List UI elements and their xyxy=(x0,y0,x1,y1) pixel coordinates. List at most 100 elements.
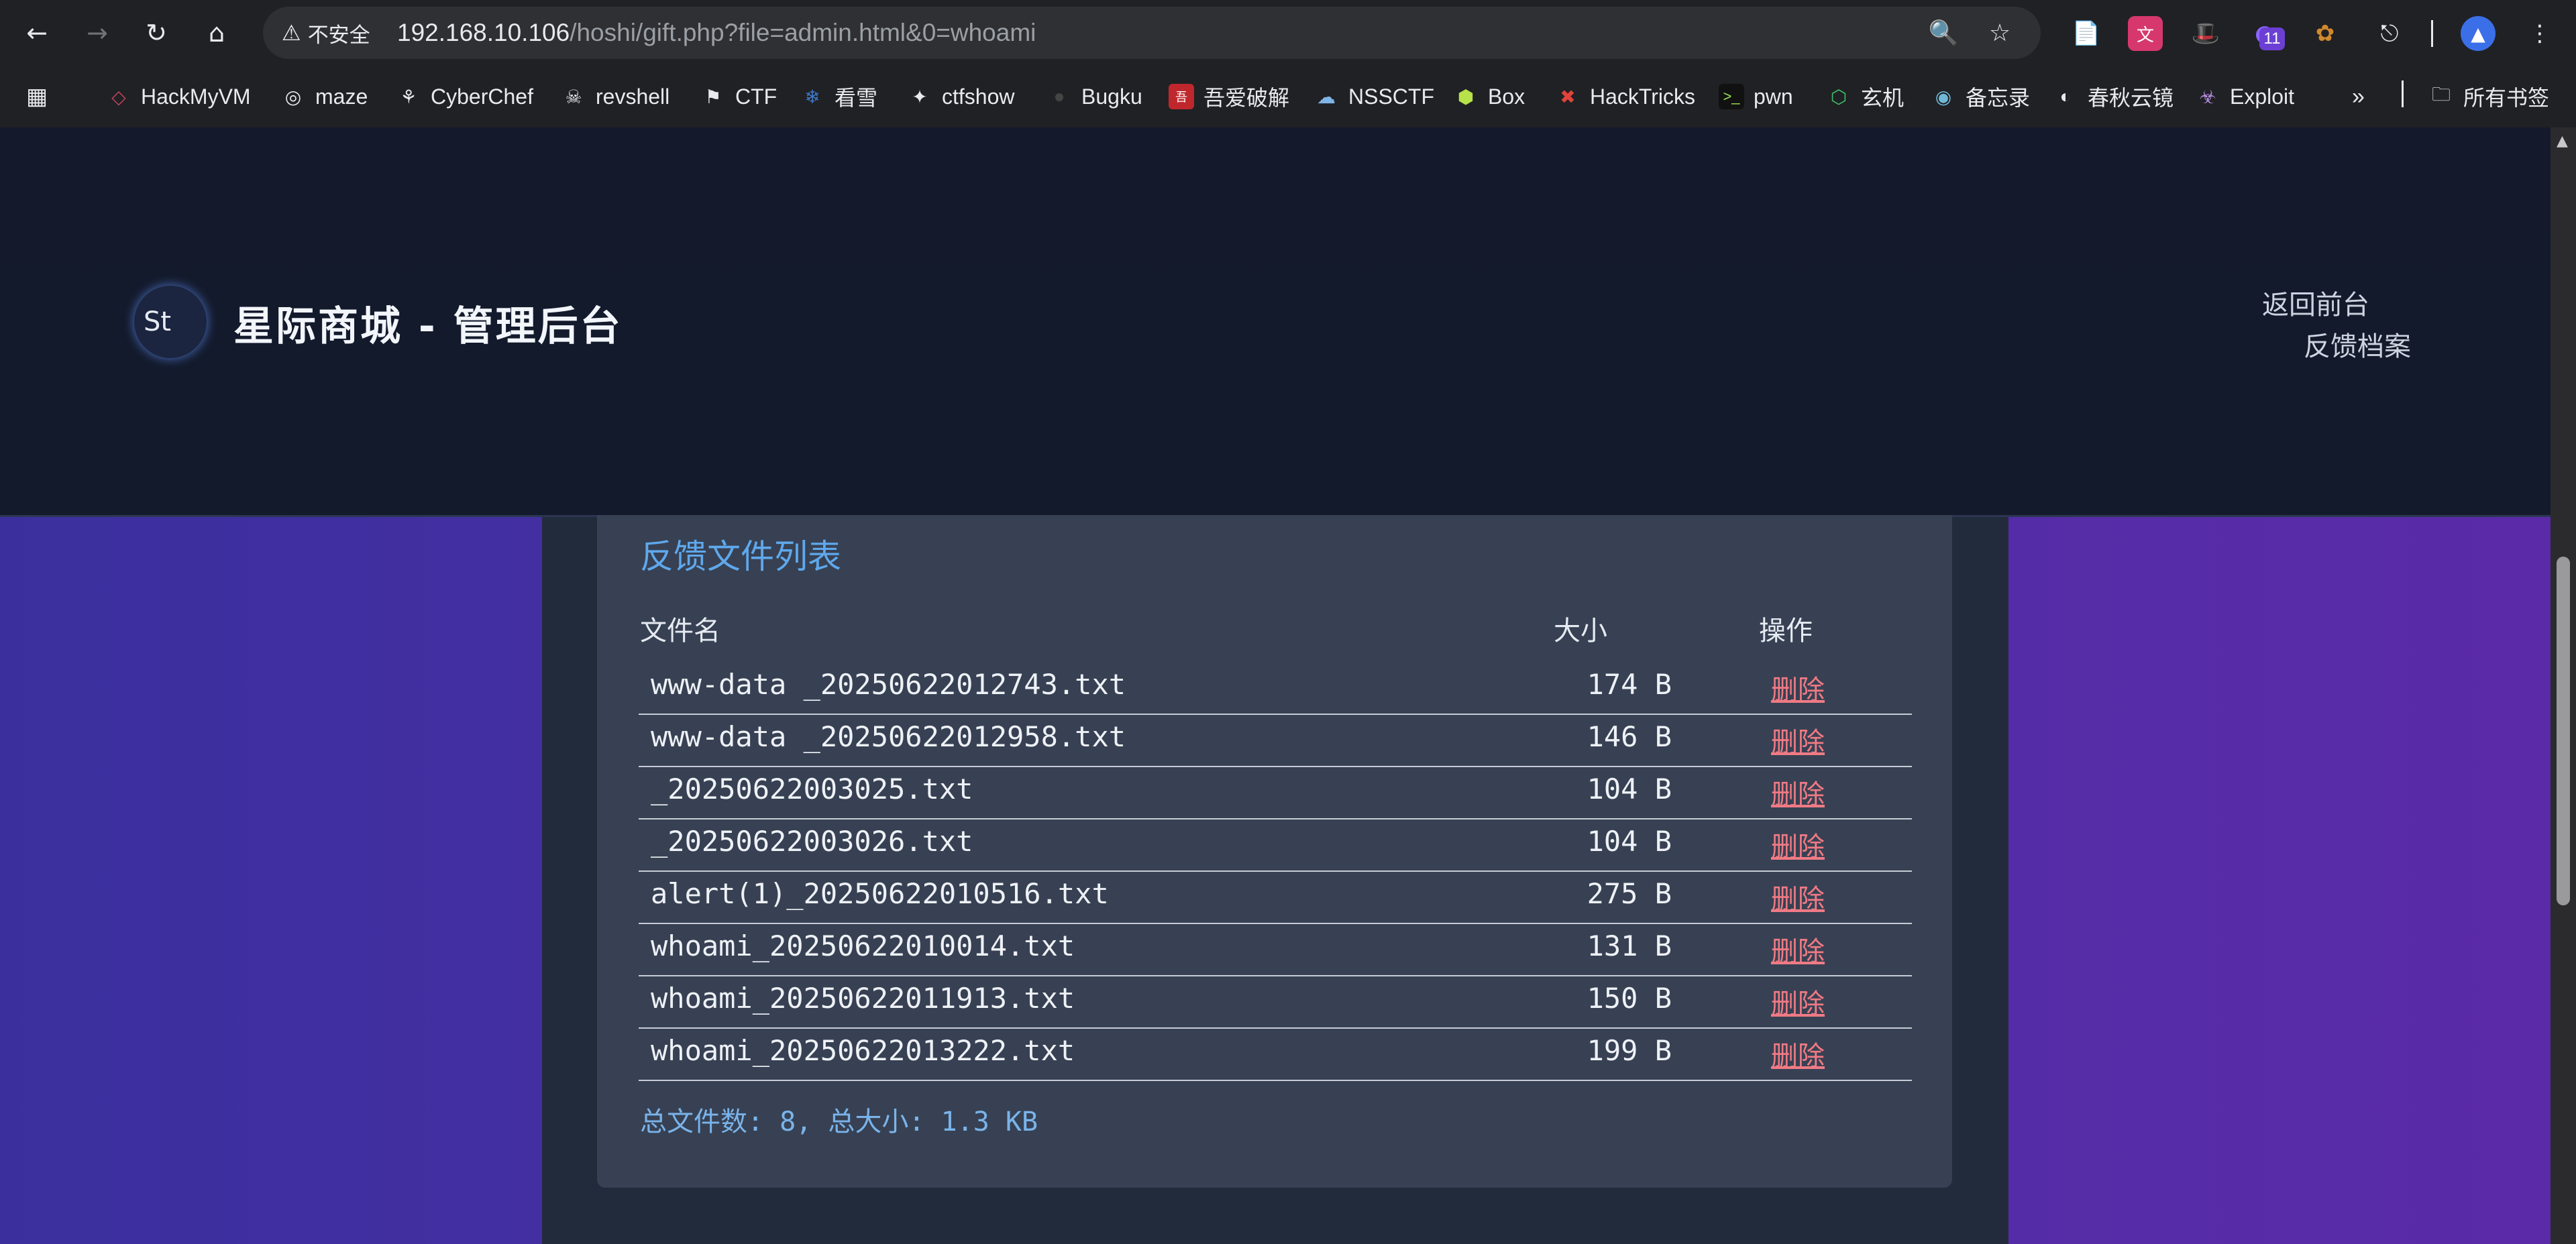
bookmark-label: 吾爱破解 xyxy=(1203,86,1290,110)
star-icon[interactable]: ☆ xyxy=(1983,16,2017,50)
file-name: whoami_20250622010014.txt xyxy=(651,929,1075,962)
reload-button[interactable]: ↻ xyxy=(140,16,173,50)
file-size: 104 B xyxy=(1587,825,1672,858)
bookmark-label: CyberChef xyxy=(431,84,533,109)
translate-icon[interactable]: 文 xyxy=(2128,16,2163,51)
nav-link-front[interactable]: 返回前台 xyxy=(2262,283,2369,322)
memo-icon: ◉ xyxy=(1935,86,1952,107)
apps-icon[interactable]: ▦ xyxy=(24,79,50,114)
zoom-icon[interactable]: 🔍 xyxy=(1927,16,1960,50)
file-name: www-data _20250622012743.txt xyxy=(651,668,1126,701)
table-row: _20250622003025.txt 104 B 删除 xyxy=(639,767,1912,819)
seal-icon: 吾 xyxy=(1169,84,1194,109)
menu-icon[interactable]: ⋮ xyxy=(2522,16,2557,51)
bookmark-label: 春秋云镜 xyxy=(2088,86,2174,110)
tricks-icon: ✖ xyxy=(1560,86,1576,107)
snow-icon: ❄ xyxy=(804,86,820,107)
diamond-icon: ◇ xyxy=(111,86,126,107)
bookmark-item[interactable]: 吾 吾爱破解 xyxy=(1169,79,1289,114)
bookmark-label: ctfshow xyxy=(942,84,1015,109)
delete-link[interactable]: 删除 xyxy=(1771,668,1825,707)
bookmark-item[interactable]: ✦ ctfshow xyxy=(907,79,1014,114)
bookmark-label: maze xyxy=(315,84,368,109)
maze-icon: ◎ xyxy=(284,86,302,107)
file-summary: 总文件数: 8, 总大小: 1.3 KB xyxy=(640,1107,1038,1137)
delete-link[interactable]: 删除 xyxy=(1771,720,1825,759)
profile-avatar[interactable]: ▲ xyxy=(2461,16,2496,51)
scroll-thumb[interactable] xyxy=(2557,557,2570,905)
back-button[interactable]: ← xyxy=(20,16,54,50)
bookmark-label: HackMyVM xyxy=(141,84,251,109)
delete-link[interactable]: 删除 xyxy=(1771,982,1825,1021)
column-header-name: 文件名 xyxy=(640,616,720,646)
scroll-up-arrow-icon[interactable]: ▲ xyxy=(2557,133,2568,150)
delete-link[interactable]: 删除 xyxy=(1771,825,1825,864)
bookmark-item[interactable]: ☣ Exploit xyxy=(2195,79,2294,114)
bookmark-label: Box xyxy=(1488,84,1525,109)
file-name: whoami_20250622013222.txt xyxy=(651,1034,1075,1067)
file-size: 146 B xyxy=(1587,720,1672,753)
chef-icon: ⚘ xyxy=(400,86,417,107)
bookmark-item[interactable]: ☠ revshell xyxy=(561,79,669,114)
url-host: 192.168.10.106 xyxy=(397,19,570,46)
flag-icon: ⚑ xyxy=(704,86,722,107)
bookmark-label: 玄机 xyxy=(1861,86,1904,110)
file-table: www-data _20250622012743.txt 174 B 删除 ww… xyxy=(639,663,1912,1081)
table-row: _20250622003026.txt 104 B 删除 xyxy=(639,819,1912,872)
file-size: 199 B xyxy=(1587,1034,1672,1067)
reading-list-icon[interactable]: 📄 xyxy=(2069,16,2104,51)
security-label: 不安全 xyxy=(307,23,370,48)
cookie-icon[interactable]: ✿ xyxy=(2308,16,2343,51)
puzzle-icon[interactable]: ⎋ xyxy=(2372,16,2407,51)
bookmarks-bar: ▦ ◇ HackMyVM ◎ maze ⚘ CyberChef ☠ revshe… xyxy=(0,66,2576,172)
column-header-action: 操作 xyxy=(1759,616,1813,646)
file-size: 131 B xyxy=(1587,929,1672,962)
bookmark-item[interactable]: ◉ 备忘录 xyxy=(1931,79,2030,114)
table-row: alert(1)_20250622010516.txt 275 B 删除 xyxy=(639,872,1912,924)
browser-toolbar: ← → ↻ ⌂ ⚠ 不安全 192.168.10.106/hoshi/gift.… xyxy=(0,0,2576,66)
bookmark-item[interactable]: ◐ 春秋云镜 xyxy=(2053,79,2174,114)
security-chip[interactable]: ⚠ 不安全 xyxy=(276,16,381,50)
mirror-icon: ◐ xyxy=(2059,86,2072,107)
more-bookmarks-chevron-icon[interactable]: » xyxy=(2352,79,2365,114)
file-name: whoami_20250622011913.txt xyxy=(651,982,1075,1015)
address-bar[interactable]: ⚠ 不安全 192.168.10.106/hoshi/gift.php?file… xyxy=(263,7,2041,59)
home-button[interactable]: ⌂ xyxy=(200,16,233,50)
skull-icon: ☠ xyxy=(565,86,582,107)
bookmark-item[interactable]: ◇ HackMyVM xyxy=(106,79,251,114)
forward-button[interactable]: → xyxy=(80,16,114,50)
nav-link-feedback-archive[interactable]: 反馈档案 xyxy=(2304,325,2411,363)
delete-link[interactable]: 删除 xyxy=(1771,773,1825,811)
all-bookmarks-folder[interactable]: 🗀 所有书签 xyxy=(2428,79,2549,114)
bookmark-item[interactable]: ⚑ CTF xyxy=(700,79,777,114)
page-title: 星际商城 - 管理后台 xyxy=(233,303,623,350)
bookmark-item[interactable]: ◎ maze xyxy=(280,79,368,114)
delete-link[interactable]: 删除 xyxy=(1771,1034,1825,1073)
bookmark-item[interactable]: ● Bugku xyxy=(1046,79,1142,114)
bookmark-label: pwn xyxy=(1754,84,1793,109)
bookmark-item[interactable]: ✖ HackTricks xyxy=(1555,79,1695,114)
extension-badge: 11 xyxy=(2259,27,2285,50)
bookmark-label: 看雪 xyxy=(835,86,878,110)
file-name: www-data _20250622012958.txt xyxy=(651,720,1126,753)
hat-icon[interactable]: 🎩 xyxy=(2188,16,2223,51)
table-row: whoami_20250622010014.txt 131 B 删除 xyxy=(639,924,1912,976)
bookmark-label: CTF xyxy=(735,84,777,109)
bookmark-item[interactable]: ☁ NSSCTF xyxy=(1313,79,1434,114)
bookmarks-divider xyxy=(2402,80,2404,107)
delete-link[interactable]: 删除 xyxy=(1771,929,1825,968)
column-header-size: 大小 xyxy=(1554,616,1607,646)
bookmark-item[interactable]: ⬢ Box xyxy=(1453,79,1525,114)
table-row: whoami_20250622011913.txt 150 B 删除 xyxy=(639,976,1912,1029)
bookmark-item[interactable]: >_ pwn xyxy=(1719,79,1793,114)
url-text[interactable]: 192.168.10.106/hoshi/gift.php?file=admin… xyxy=(397,7,1036,59)
delete-link[interactable]: 删除 xyxy=(1771,877,1825,916)
bookmark-item[interactable]: ⚘ CyberChef xyxy=(396,79,533,114)
bookmark-item[interactable]: ⬡ 玄机 xyxy=(1826,79,1904,114)
site-logo[interactable]: St xyxy=(134,286,207,358)
bookmark-label: 备忘录 xyxy=(1966,86,2031,110)
file-name: _20250622003025.txt xyxy=(651,773,973,805)
bookmark-label: Bugku xyxy=(1081,84,1142,109)
page-scrollbar[interactable]: ▲ xyxy=(2551,127,2576,1244)
bookmark-item[interactable]: ❄ 看雪 xyxy=(800,79,877,114)
